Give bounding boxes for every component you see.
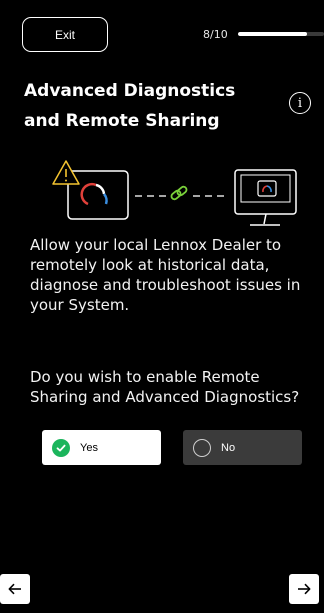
arrow-right-icon [298,583,311,595]
warning-icon [52,160,80,185]
remote-sharing-illustration [52,160,297,226]
thermostat-icon [67,170,129,220]
no-option-label: No [221,441,236,454]
monitor-icon [234,169,297,226]
arrow-left-icon [8,583,21,595]
info-icon[interactable]: i [289,92,311,114]
no-option-button[interactable]: No [183,430,302,465]
progress-bar-fill [238,32,307,36]
description-text: Allow your local Lennox Dealer to remote… [30,236,301,314]
page-title-line1: Advanced Diagnostics [24,81,236,101]
page-title-line2: and Remote Sharing [24,111,220,131]
checkmark-icon [52,438,70,457]
radio-unselected-icon [193,438,211,457]
page-title: Advanced Diagnostics and Remote Sharing [24,76,254,136]
progress-bar [238,32,324,36]
yes-option-button[interactable]: Yes [42,430,161,465]
exit-button[interactable]: Exit [22,17,108,52]
link-icon [170,185,188,201]
question-text: Do you wish to enable Remote Sharing and… [30,368,300,406]
next-button[interactable] [289,574,319,604]
back-button[interactable] [0,574,30,604]
yes-option-label: Yes [80,441,98,454]
progress-label: 8/10 [203,28,228,41]
